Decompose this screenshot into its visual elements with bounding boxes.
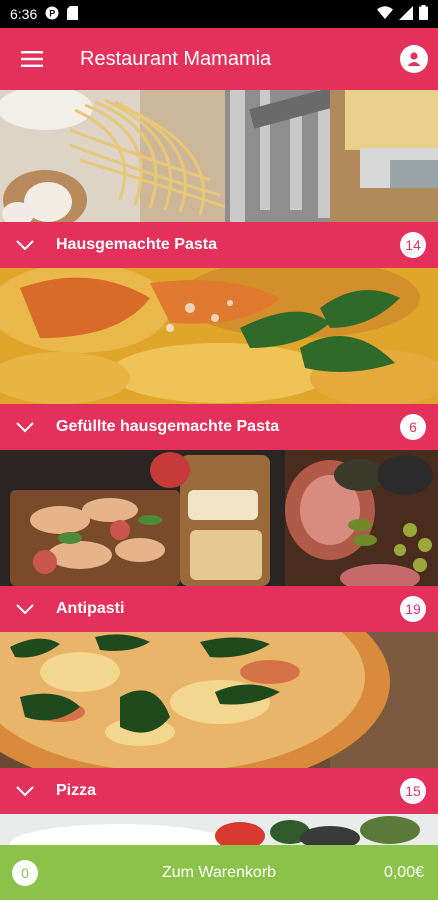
- chevron-down-icon: [0, 785, 50, 797]
- status-bar: 6:36 P: [0, 0, 438, 28]
- wifi-icon: [377, 6, 393, 22]
- hamburger-menu-icon[interactable]: [0, 28, 64, 90]
- category-count-badge: 14: [400, 232, 426, 258]
- cart-label: Zum Warenkorb: [161, 863, 277, 881]
- chevron-down-icon: [0, 239, 50, 251]
- account-icon[interactable]: [400, 45, 428, 73]
- signal-icon: [399, 5, 413, 23]
- category-label: Pizza: [56, 782, 97, 799]
- category-label: Hausgemachte Pasta: [56, 236, 217, 253]
- fresh-pasta-photo: [0, 90, 438, 222]
- category-count-badge: 6: [400, 414, 426, 440]
- pizza-photo: [0, 632, 438, 768]
- svg-text:P: P: [49, 8, 55, 18]
- cart-count-badge: 0: [12, 859, 38, 886]
- category-header-hausgemachte-pasta[interactable]: Hausgemachte Pasta 14: [0, 222, 438, 268]
- cart-total: 0,00€: [383, 863, 424, 881]
- category-header-gefuellte-pasta[interactable]: Gefüllte hausgemachte Pasta 6: [0, 404, 438, 450]
- app-title: Restaurant Mamamia: [80, 47, 272, 70]
- category-count-badge: 15: [400, 778, 426, 804]
- status-time: 6:36: [10, 6, 38, 22]
- chevron-down-icon: [0, 603, 50, 615]
- app-bar: Restaurant Mamamia: [0, 28, 438, 90]
- category-label: Antipasti: [56, 600, 125, 617]
- category-count-badge: 19: [400, 596, 426, 622]
- category-header-antipasti[interactable]: Antipasti 19: [0, 586, 438, 632]
- ravioli-photo: [0, 268, 438, 404]
- category-header-pizza[interactable]: Pizza 15: [0, 768, 438, 814]
- antipasti-platter-photo: [0, 450, 438, 586]
- category-label: Gefüllte hausgemachte Pasta: [56, 418, 280, 435]
- next-category-photo: [0, 814, 438, 845]
- battery-icon: [419, 5, 428, 23]
- sd-card-icon: [67, 5, 79, 23]
- notification-p-icon: P: [45, 6, 59, 23]
- cart-button[interactable]: 0 Zum Warenkorb 0,00€: [0, 845, 438, 900]
- chevron-down-icon: [0, 421, 50, 433]
